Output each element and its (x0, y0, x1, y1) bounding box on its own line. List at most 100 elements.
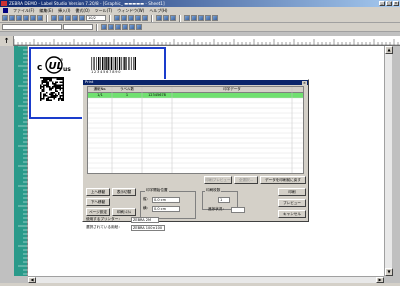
svg-text:us: us (63, 66, 71, 73)
app-icon[interactable] (1, 1, 7, 6)
save-icon[interactable] (16, 15, 22, 21)
dialog-close-button[interactable]: × (302, 80, 307, 85)
document-icon[interactable] (3, 8, 8, 13)
print-position-group (140, 191, 196, 219)
print-position-label: 印字開始位置 (145, 188, 169, 193)
toolbar-separator (179, 14, 181, 22)
print-setup-button[interactable]: 印刷ｼｽﾃﾑ (112, 208, 136, 216)
window-controls: _ □ × (379, 1, 399, 6)
italic-icon[interactable] (108, 24, 114, 30)
copies-label: 印刷枚数 (205, 188, 222, 193)
datamatrix-code[interactable] (40, 77, 64, 101)
minimize-button[interactable]: _ (379, 1, 385, 6)
open-icon[interactable] (9, 15, 15, 21)
vertical-scrollbar[interactable]: ▲ ▼ (384, 46, 393, 276)
layer-icon[interactable] (205, 15, 211, 21)
font-size-combo[interactable]: 10/2 (86, 15, 106, 21)
menu-format[interactable]: 書式(O) (75, 7, 89, 14)
svg-text:®: ® (60, 58, 64, 62)
ruler-origin[interactable]: ↑ (0, 36, 14, 46)
cancel-button[interactable]: キャンセル (278, 210, 306, 218)
vertical-offset-input[interactable]: 0.0 cm (152, 197, 180, 203)
vertical-label: 縦： (143, 197, 151, 201)
toolbar-separator (46, 14, 48, 22)
printer-label: 使用するプリンター： (86, 217, 122, 221)
font-style-combo[interactable] (63, 24, 93, 30)
settings-icon[interactable] (212, 15, 218, 21)
print-dialog: Print × 通紙No. ラベル数 印字データ 1/1 1 12345678 … (82, 79, 309, 231)
vertical-ruler (14, 46, 28, 276)
svg-text:UL: UL (49, 61, 64, 72)
scroll-up-button[interactable]: ▲ (385, 46, 393, 54)
copies-input[interactable]: 1 (218, 197, 230, 203)
window-title-bar[interactable]: ZEBRA DEMO - Label Studio Version 7.20/8… (0, 0, 400, 7)
horizontal-label: 横： (143, 206, 151, 210)
align-left-icon[interactable] (122, 24, 128, 30)
format-toolbar (0, 23, 400, 32)
menu-bar: ファイル(F) 編集(E) 挿入(I) 書式(O) ツール(T) ウィンドウ(W… (0, 7, 400, 14)
underline-icon[interactable] (115, 24, 121, 30)
barcode-tool-icon[interactable] (121, 15, 127, 21)
menu-window[interactable]: ウィンドウ(W) (117, 7, 144, 14)
menu-help[interactable]: ヘルプ(H) (149, 7, 167, 14)
align-right-icon[interactable] (136, 24, 142, 30)
standard-toolbar: 10/2 (0, 14, 400, 23)
printer-field: ZEBRA 2M (131, 217, 159, 223)
media-field: ZEBRA 100×100 (131, 225, 165, 231)
reset-data-button[interactable]: データを印刷前に戻す (260, 176, 306, 184)
print-button[interactable]: 印刷 (278, 188, 306, 196)
text-tool-icon[interactable] (114, 15, 120, 21)
maximize-button[interactable]: □ (386, 1, 392, 6)
zoom-icon[interactable] (170, 15, 176, 21)
dialog-title-bar[interactable]: Print × (83, 80, 308, 85)
move-up-button[interactable]: 上へ移動 (86, 188, 110, 196)
page-setup-button[interactable]: ページ設定 (86, 208, 110, 216)
line-tool-icon[interactable] (142, 15, 148, 21)
preview-icon[interactable] (37, 15, 43, 21)
progress-field (231, 207, 245, 213)
rect-tool-icon[interactable] (156, 15, 162, 21)
paste-icon[interactable] (65, 15, 71, 21)
media-label: 選択されている用紙： (86, 225, 122, 229)
menu-tools[interactable]: ツール(T) (95, 7, 113, 14)
toolbar-separator (109, 14, 111, 22)
undo-icon[interactable] (72, 15, 78, 21)
grid-icon[interactable] (191, 15, 197, 21)
select-all-disabled-button: 全選択… (234, 176, 258, 184)
dialog-title: Print (85, 80, 94, 84)
print-icon[interactable] (30, 15, 36, 21)
font-name-combo[interactable] (2, 24, 62, 30)
barcode[interactable] (91, 57, 137, 71)
redo-icon[interactable] (79, 15, 85, 21)
save-all-icon[interactable] (23, 15, 29, 21)
cut-icon[interactable] (51, 15, 57, 21)
svg-text:c: c (37, 63, 42, 73)
window-title: ZEBRA DEMO - Label Studio Version 7.20/8… (9, 1, 165, 6)
horizontal-scrollbar[interactable]: ◀ ▶ (28, 276, 384, 283)
ellipse-tool-icon[interactable] (163, 15, 169, 21)
ul-mark[interactable]: c UL ® us (37, 55, 71, 75)
print-data-grid[interactable]: 通紙No. ラベル数 印字データ 1/1 1 12345678 (87, 86, 304, 174)
display-toggle-button[interactable]: 表示切替 (112, 188, 136, 196)
database-icon[interactable] (184, 15, 190, 21)
image-tool-icon[interactable] (128, 15, 134, 21)
toolbar-separator (151, 14, 153, 22)
bold-icon[interactable] (101, 24, 107, 30)
move-down-button[interactable]: 下へ移動 (86, 198, 110, 206)
close-button[interactable]: × (393, 1, 399, 6)
barcode-text: 1234567890 (91, 70, 122, 74)
preview-button[interactable]: プレビュー (278, 199, 306, 207)
menu-edit[interactable]: 編集(E) (39, 7, 53, 14)
align-center-icon[interactable] (129, 24, 135, 30)
menu-file[interactable]: ファイル(F) (13, 7, 34, 14)
new-icon[interactable] (2, 15, 8, 21)
scroll-down-button[interactable]: ▼ (385, 268, 393, 276)
horizontal-offset-input[interactable]: 0.0 cm (152, 206, 180, 212)
toolbar-separator (96, 23, 98, 31)
table-tool-icon[interactable] (135, 15, 141, 21)
menu-insert[interactable]: 挿入(I) (58, 7, 70, 14)
align-icon[interactable] (198, 15, 204, 21)
horizontal-ruler (0, 36, 400, 46)
copy-icon[interactable] (58, 15, 64, 21)
progress-label: 進捗状況： (208, 207, 226, 211)
